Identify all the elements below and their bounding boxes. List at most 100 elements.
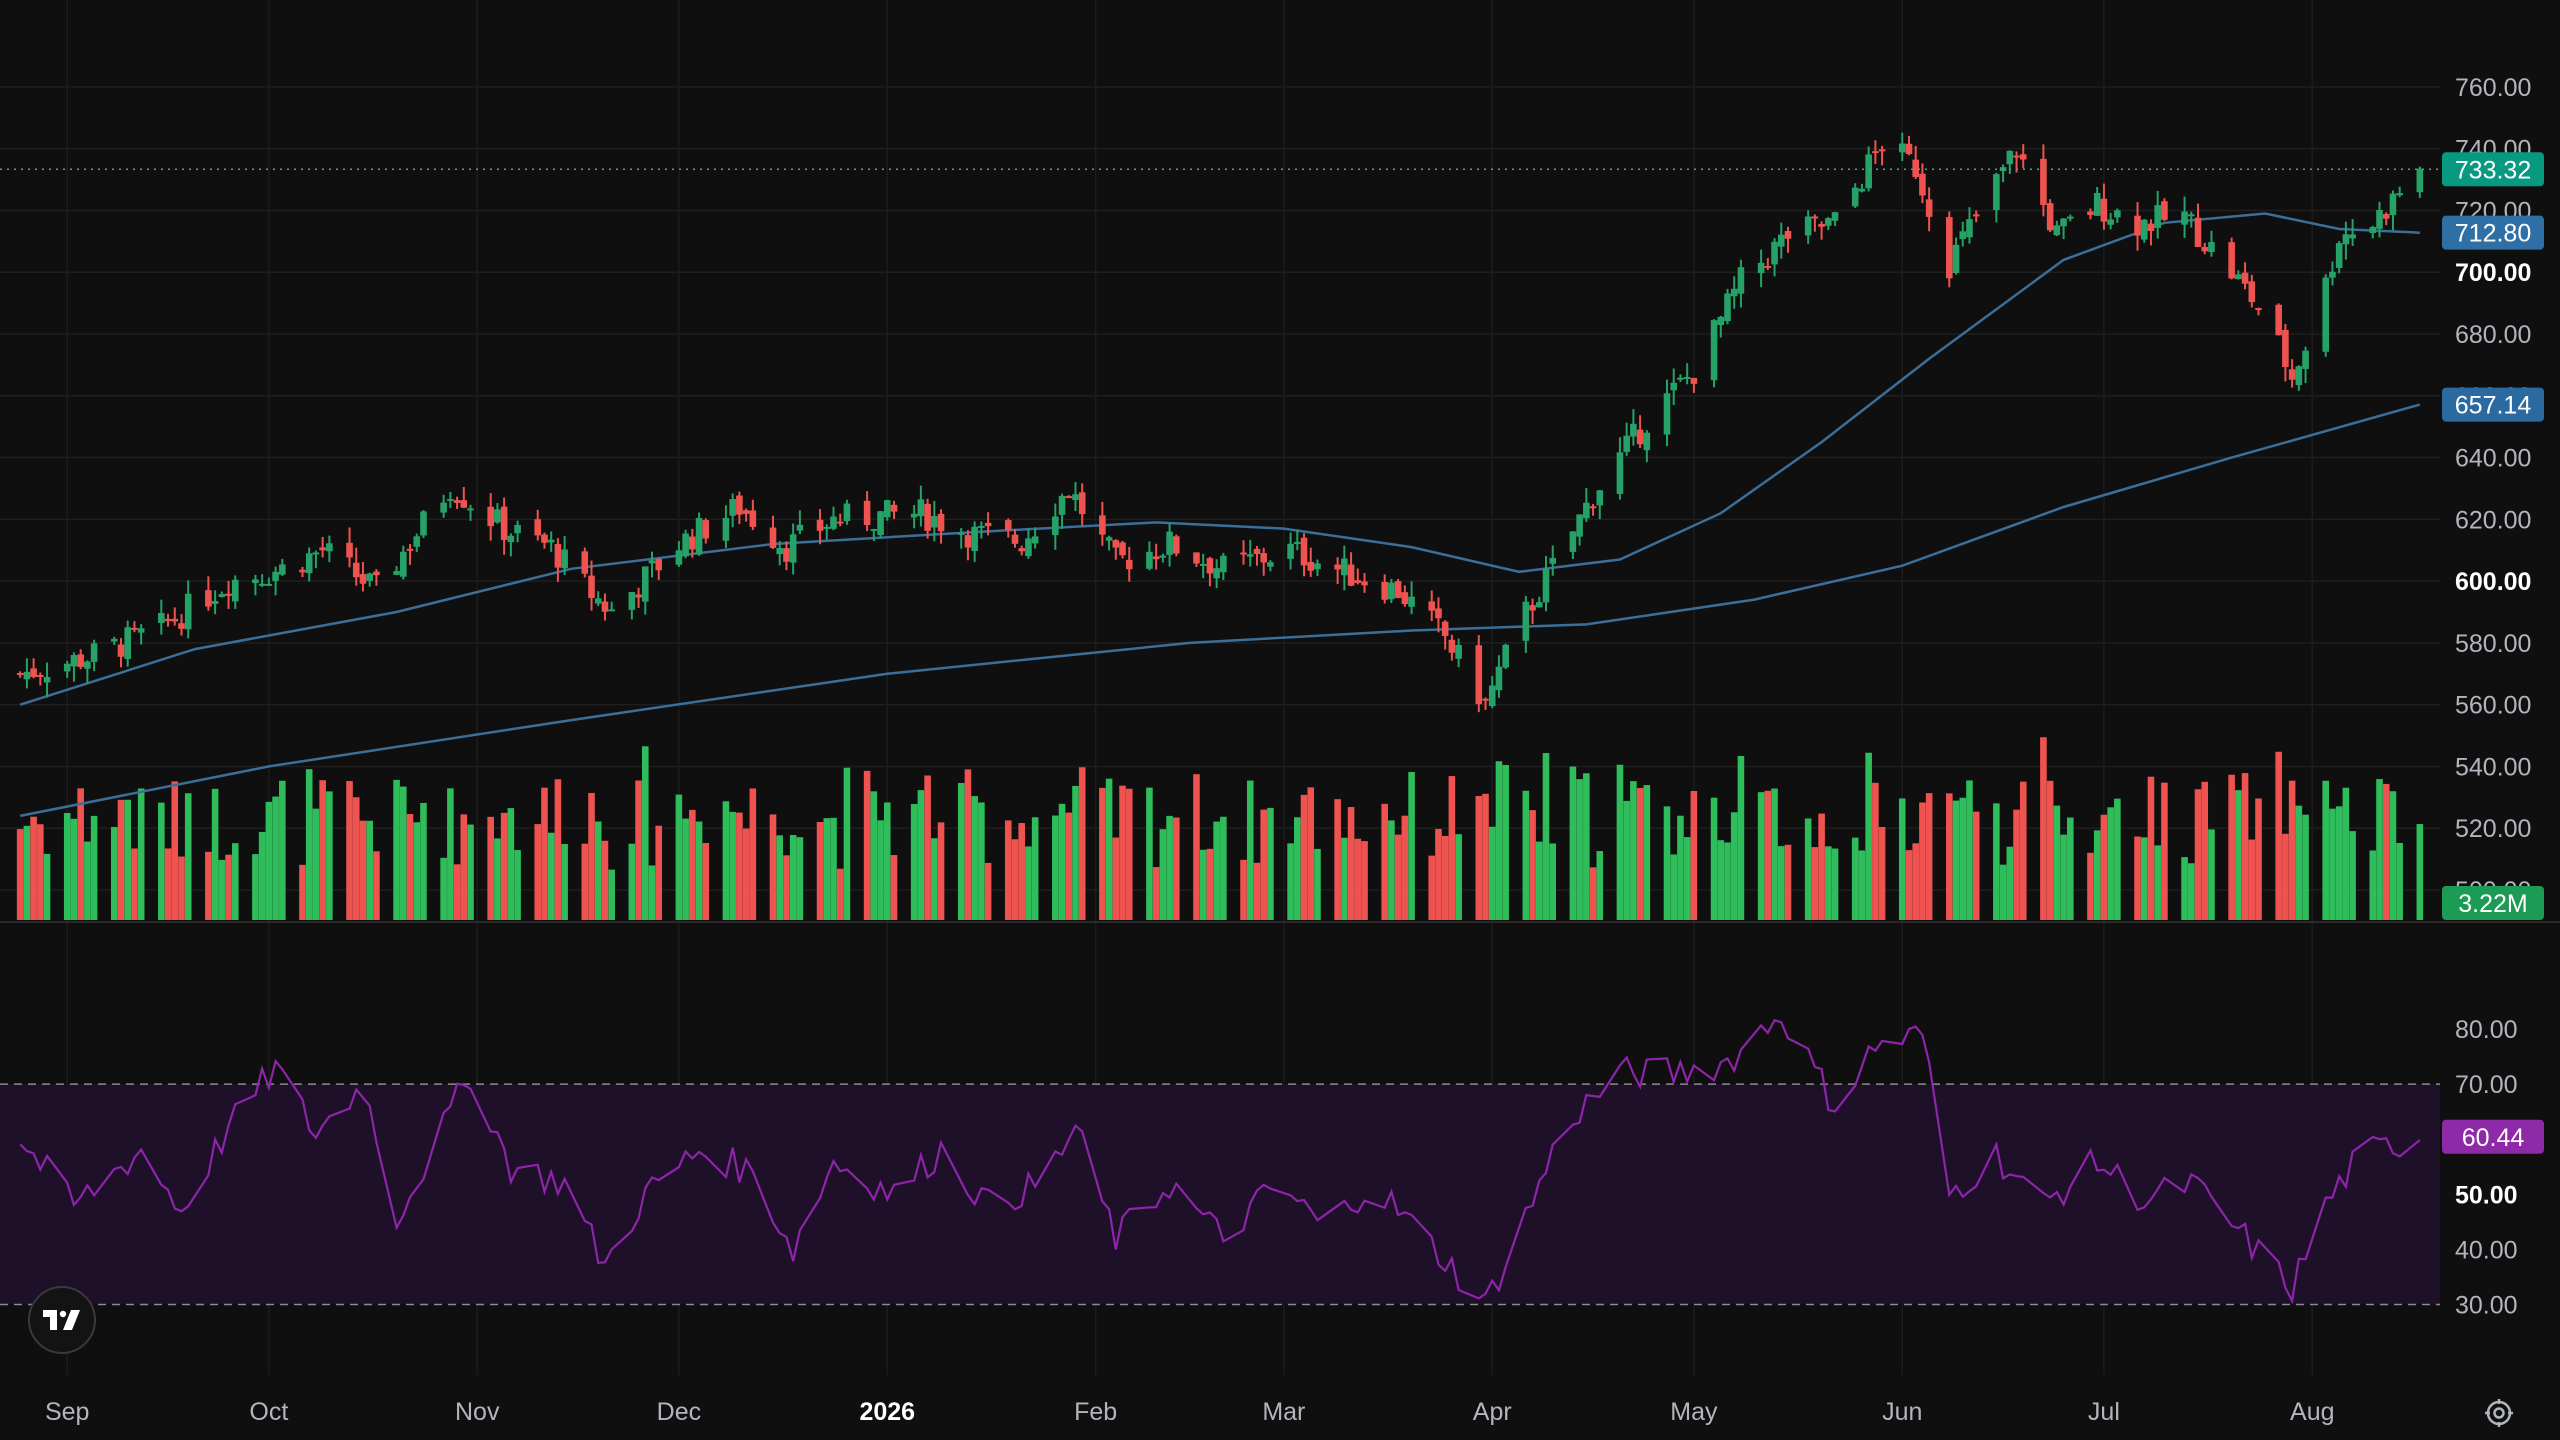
volume-bar xyxy=(648,865,656,920)
volume-bar xyxy=(16,829,24,920)
candle-body xyxy=(769,527,777,548)
candle-body xyxy=(1643,432,1651,451)
volume-bar xyxy=(695,821,703,920)
volume-bar xyxy=(816,822,824,920)
candle-body xyxy=(1394,581,1402,598)
volume-bar xyxy=(1099,787,1106,920)
candle-body xyxy=(500,506,508,540)
volume-bar xyxy=(924,775,931,920)
volume-bar xyxy=(1643,785,1651,920)
volume-bar xyxy=(1522,790,1530,920)
candle-body xyxy=(830,516,837,529)
candle-body xyxy=(1267,562,1274,567)
candle-body xyxy=(1717,316,1725,325)
candle-body xyxy=(252,579,259,584)
candle-body xyxy=(1428,601,1436,611)
candle-body xyxy=(1448,639,1456,653)
candle-body xyxy=(1919,173,1926,196)
candle-body xyxy=(1757,262,1765,274)
volume-bar xyxy=(1972,811,1980,920)
candle-body xyxy=(917,499,925,517)
volume-bar xyxy=(1784,844,1792,920)
volume-bar xyxy=(2060,834,2067,920)
candle-body xyxy=(2093,192,2101,216)
candle-body xyxy=(319,547,326,551)
candle-body xyxy=(742,510,750,514)
volume-bar xyxy=(2046,780,2054,920)
volume-bar xyxy=(1220,816,1227,920)
candle-body xyxy=(1401,592,1409,605)
candle-body xyxy=(776,548,784,555)
volume-bar xyxy=(1065,812,1073,920)
volume-bar xyxy=(1361,841,1368,920)
candle-body xyxy=(137,628,145,633)
volume-bar xyxy=(1475,795,1483,920)
candle-body xyxy=(1529,605,1536,611)
volume-bar xyxy=(1260,809,1267,920)
candle-body xyxy=(924,503,931,531)
candle-body xyxy=(1287,543,1294,559)
candle-body xyxy=(1946,217,1953,279)
candle-body xyxy=(1535,602,1543,608)
time-tick-label: Mar xyxy=(1262,1398,1305,1426)
volume-bar xyxy=(1334,799,1341,920)
volume-bar xyxy=(30,816,37,920)
candle-body xyxy=(1724,293,1731,322)
volume-bar xyxy=(823,818,831,920)
volume-bar xyxy=(1764,790,1772,920)
volume-bar xyxy=(2275,751,2282,920)
candle-body xyxy=(816,519,824,531)
volume-bar xyxy=(2295,805,2303,920)
candle-body xyxy=(131,627,138,630)
volume-bar xyxy=(601,840,609,920)
gear-icon[interactable] xyxy=(2482,1396,2516,1430)
candle-body xyxy=(1294,541,1301,544)
candle-body xyxy=(2194,217,2202,247)
price-tick-label: 640.00 xyxy=(2455,445,2531,473)
candle-body xyxy=(1455,644,1462,659)
volume-bar xyxy=(830,817,837,920)
candle-body xyxy=(2087,211,2094,215)
rsi-tick-label: 70.00 xyxy=(2455,1071,2518,1099)
volume-bar xyxy=(326,791,333,920)
candle-body xyxy=(373,571,380,576)
volume-bar xyxy=(1428,855,1436,920)
candle-body xyxy=(2134,215,2141,236)
time-tick-label: Nov xyxy=(455,1398,500,1426)
candle-body xyxy=(1334,564,1341,570)
candle-body xyxy=(2282,329,2289,367)
volume-bar xyxy=(447,788,454,920)
candle-body xyxy=(1677,377,1684,380)
candle-body xyxy=(890,504,898,512)
volume-bar xyxy=(2114,798,2121,920)
volume-bar xyxy=(184,793,192,920)
candle-body xyxy=(77,654,84,667)
volume-bar xyxy=(547,832,555,920)
price-chart[interactable]: 760.00740.00720.00700.00680.00660.00640.… xyxy=(0,0,2560,1440)
candle-body xyxy=(1522,601,1530,641)
volume-bar xyxy=(1441,835,1449,920)
candle-body xyxy=(1260,553,1267,563)
candle-body xyxy=(736,495,743,515)
volume-bar xyxy=(1946,793,1953,920)
candle-body xyxy=(635,594,642,598)
volume-bar xyxy=(2349,831,2356,920)
candle-body xyxy=(1004,520,1012,531)
candle-body xyxy=(23,671,31,680)
candle-body xyxy=(1058,495,1066,515)
volume-bar xyxy=(2067,817,2074,920)
volume-bar xyxy=(37,824,44,920)
candle-body xyxy=(158,612,165,624)
candle-body xyxy=(1589,506,1597,509)
candle-body xyxy=(796,524,804,531)
candle-body xyxy=(1341,558,1348,576)
tradingview-logo-icon[interactable] xyxy=(28,1286,96,1354)
volume-bar xyxy=(2322,780,2330,920)
candle-body xyxy=(588,575,595,599)
candle-body xyxy=(2329,271,2336,278)
volume-bar xyxy=(1529,810,1536,920)
volume-bar xyxy=(1636,787,1644,920)
volume-bar xyxy=(2194,789,2202,920)
candle-body xyxy=(1851,187,1859,207)
volume-bar xyxy=(393,779,400,920)
